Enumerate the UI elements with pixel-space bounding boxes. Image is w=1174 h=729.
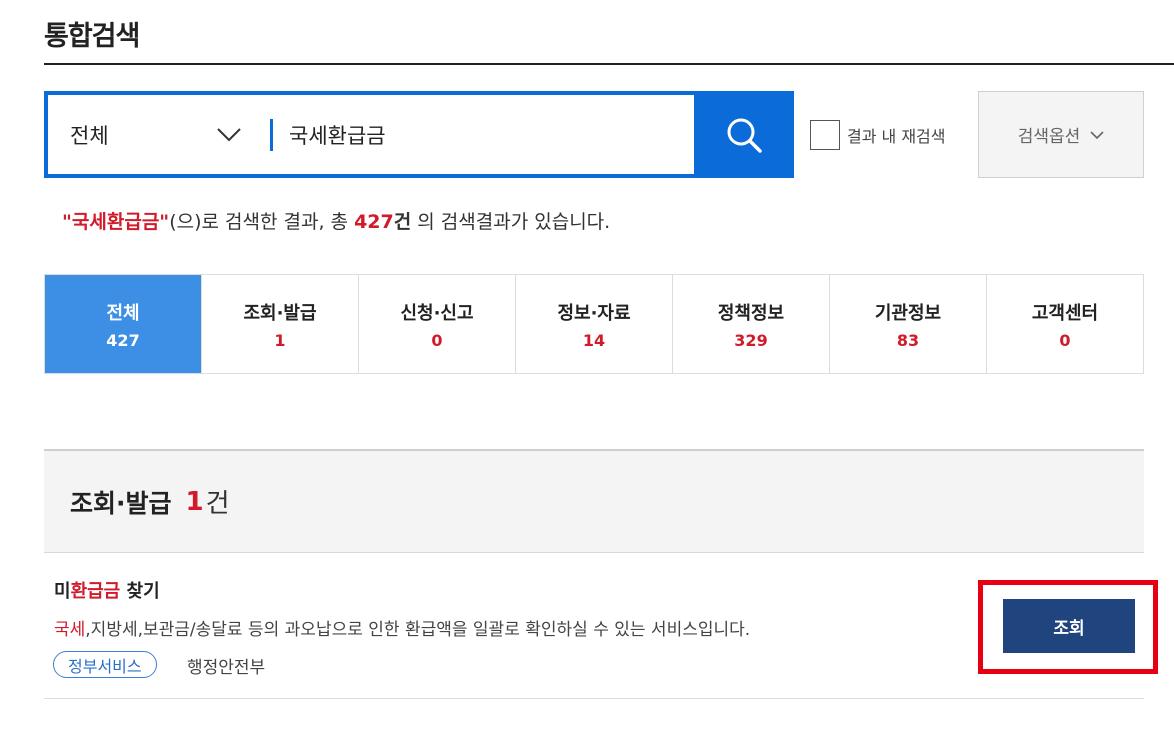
tab-policy-info[interactable]: 정책정보 329 <box>672 275 829 373</box>
agency-name: 행정안전부 <box>187 658 266 678</box>
tab-label: 조회·발급 <box>243 302 317 324</box>
search-options-label: 검색옵션 <box>1017 127 1081 147</box>
category-tabs: 전체 427 조회·발급 1 신청·신고 0 정보·자료 14 정책정보 329… <box>44 274 1144 374</box>
title-divider <box>44 63 1174 65</box>
section-header: 조회·발급 1 건 <box>44 449 1144 553</box>
result-title-link[interactable]: 미환급금 찾기 <box>54 577 160 603</box>
summary-total: 427 <box>354 211 394 233</box>
summary-unit: 건 <box>393 211 412 233</box>
rescan-label: 결과 내 재검색 <box>847 127 946 146</box>
result-title-highlight: 환급금 <box>70 581 121 602</box>
tab-info-data[interactable]: 정보·자료 14 <box>515 275 672 373</box>
search-icon <box>727 118 762 153</box>
tab-count: 1 <box>274 330 286 350</box>
section-count: 1 <box>185 486 204 517</box>
search-input[interactable] <box>273 95 694 174</box>
tab-all[interactable]: 전체 427 <box>45 275 201 373</box>
result-title-pre: 미 <box>54 581 71 602</box>
category-select[interactable]: 전체 <box>48 95 270 174</box>
tab-agency-info[interactable]: 기관정보 83 <box>829 275 986 373</box>
search-box: 전체 <box>44 91 794 178</box>
tab-count: 329 <box>734 330 768 350</box>
section-title: 조회·발급 <box>70 488 172 518</box>
tab-label: 전체 <box>106 302 140 324</box>
result-desc-highlight: 국세 <box>54 620 86 640</box>
chevron-down-icon <box>217 127 241 141</box>
tab-count: 427 <box>106 330 140 350</box>
result-summary: "국세환급금"(으)로 검색한 결과, 총 427건 의 검색결과가 있습니다. <box>62 207 610 234</box>
tab-label: 정책정보 <box>717 302 785 324</box>
result-title-post: 찾기 <box>120 581 160 602</box>
summary-keyword: "국세환급금" <box>62 211 170 233</box>
tab-label: 정보·자료 <box>557 302 631 324</box>
result-desc-text: ,지방세,보관금/송달료 등의 과오납으로 인한 환급액을 일괄로 확인하실 수… <box>85 620 751 640</box>
service-type-badge: 정부서비스 <box>53 651 157 678</box>
tab-count: 14 <box>582 330 606 350</box>
tab-count: 0 <box>431 330 443 350</box>
rescan-checkbox[interactable] <box>810 120 840 150</box>
page-title: 통합검색 <box>44 21 140 52</box>
search-options-button[interactable]: 검색옵션 <box>978 91 1144 178</box>
chevron-down-icon <box>1090 130 1104 139</box>
tab-label: 신청·신고 <box>400 302 474 324</box>
tab-lookup-issue[interactable]: 조회·발급 1 <box>201 275 358 373</box>
tab-label: 고객센터 <box>1031 302 1099 324</box>
tab-customer-center[interactable]: 고객센터 0 <box>986 275 1143 373</box>
lookup-button[interactable]: 조회 <box>1003 599 1135 653</box>
summary-text: (으)로 검색한 결과, 총 <box>169 211 355 233</box>
tab-count: 83 <box>896 330 920 350</box>
category-label: 전체 <box>70 123 109 148</box>
tab-apply-report[interactable]: 신청·신고 0 <box>358 275 515 373</box>
summary-text-end: 의 검색결과가 있습니다. <box>411 211 611 233</box>
tab-label: 기관정보 <box>874 302 942 324</box>
tab-count: 0 <box>1059 330 1071 350</box>
rescan-toggle[interactable]: 결과 내 재검색 <box>810 120 946 150</box>
search-button[interactable] <box>694 91 794 178</box>
result-description: 국세,지방세,보관금/송달료 등의 과오납으로 인한 환급액을 일괄로 확인하실… <box>54 615 750 640</box>
section-unit: 건 <box>205 489 230 519</box>
